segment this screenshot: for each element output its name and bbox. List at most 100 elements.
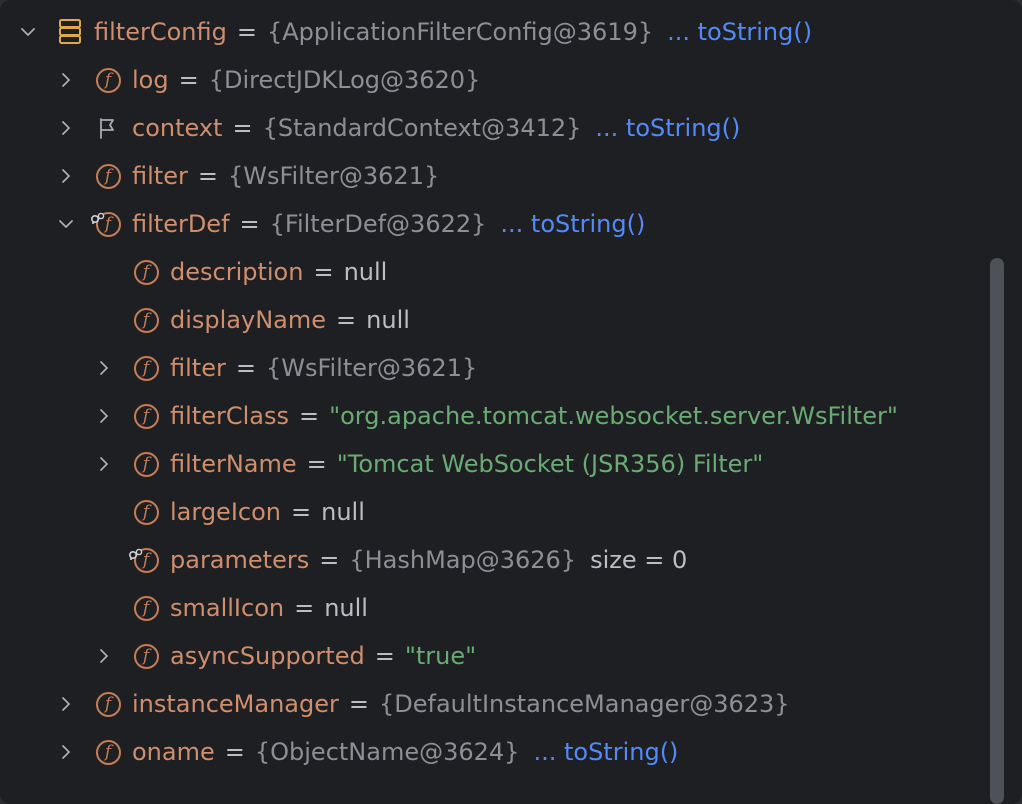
variable-row[interactable]: filterConfig = {ApplicationFilterConfig@36… <box>0 8 990 56</box>
field-letter: f <box>133 451 159 477</box>
variable-name: oname <box>132 738 215 766</box>
variable-name: filterClass <box>170 402 289 430</box>
variable-row[interactable]: f filterName = "Tomcat WebSocket (JSR356) F… <box>0 440 990 488</box>
variable-name: filterConfig <box>94 18 227 46</box>
variable-row[interactable]: f filterDef = {FilterDef@3622} ... toString(… <box>0 200 990 248</box>
variable-name: displayName <box>170 306 327 334</box>
field-icon: f <box>132 498 160 526</box>
glasses-icon <box>90 204 108 232</box>
object-reference: {DirectJDKLog@3620} <box>208 66 481 94</box>
null-value: null <box>321 498 365 526</box>
field-letter: f <box>133 307 159 333</box>
chevron-right-icon[interactable] <box>56 70 76 90</box>
chevron-right-icon[interactable] <box>56 166 76 186</box>
glasses-icon <box>128 540 146 568</box>
chevron-right-icon[interactable] <box>56 118 76 138</box>
variable-name: filterName <box>170 450 297 478</box>
object-reference: {WsFilter@3621} <box>227 162 440 190</box>
variables-tree: filterConfig = {ApplicationFilterConfig@36… <box>0 8 990 776</box>
equals-sign: = <box>336 306 357 334</box>
variable-name: context <box>132 114 223 142</box>
flag-icon <box>94 114 122 142</box>
variable-row[interactable]: f description = null <box>0 248 990 296</box>
object-reference: {ObjectName@3624} <box>254 738 520 766</box>
variable-row[interactable]: f filterClass = "org.apache.tomcat.websocke… <box>0 392 990 440</box>
equals-sign: = <box>291 498 312 526</box>
variable-row[interactable]: f oname = {ObjectName@3624} ... toString() <box>0 728 990 776</box>
equals-sign: = <box>239 210 260 238</box>
null-value: null <box>324 594 368 622</box>
field-icon: f <box>94 738 122 766</box>
object-reference: {DefaultInstanceManager@3623} <box>378 690 790 718</box>
variable-name: asyncSupported <box>170 642 365 670</box>
chevron-right-icon[interactable] <box>94 454 114 474</box>
field-letter: f <box>133 595 159 621</box>
field-letter: f <box>95 739 121 765</box>
equals-sign: = <box>374 642 395 670</box>
variable-name: log <box>132 66 169 94</box>
field-letter: f <box>133 643 159 669</box>
chevron-right-icon[interactable] <box>56 694 76 714</box>
field-icon: f <box>132 258 160 286</box>
object-reference: {HashMap@3626} <box>349 546 577 574</box>
equals-sign: = <box>298 402 320 430</box>
chevron-down-icon[interactable] <box>18 22 38 42</box>
variable-name: instanceManager <box>132 690 339 718</box>
variable-row[interactable]: f filter = {WsFilter@3621} <box>0 152 990 200</box>
equals-sign: = <box>232 114 253 142</box>
variable-name: filter <box>170 354 226 382</box>
chevron-right-icon[interactable] <box>94 646 114 666</box>
object-reference: {WsFilter@3621} <box>265 354 478 382</box>
tostring-link[interactable]: ... toString() <box>667 18 812 46</box>
chevron-right-icon[interactable] <box>56 742 76 762</box>
tostring-link[interactable]: ... toString() <box>500 210 645 238</box>
stack-frame-variable-icon <box>56 18 84 46</box>
watched-field-icon: f <box>128 546 160 574</box>
field-icon: f <box>132 642 160 670</box>
field-letter: f <box>95 163 121 189</box>
variable-row[interactable]: f smallIcon = null <box>0 584 990 632</box>
variable-row[interactable]: f instanceManager = {DefaultInstanceManager… <box>0 680 990 728</box>
equals-sign: = <box>348 690 369 718</box>
chevron-down-icon[interactable] <box>56 214 76 234</box>
equals-sign: = <box>319 546 340 574</box>
field-letter: f <box>133 499 159 525</box>
chevron-right-icon[interactable] <box>94 358 114 378</box>
variable-row[interactable]: f largeIcon = null <box>0 488 990 536</box>
tostring-link[interactable]: ... toString() <box>533 738 678 766</box>
variable-row[interactable]: f log = {DirectJDKLog@3620} <box>0 56 990 104</box>
object-reference: {FilterDef@3622} <box>269 210 487 238</box>
field-letter: f <box>133 259 159 285</box>
variable-name: filterDef <box>132 210 230 238</box>
string-value: "true" <box>404 642 477 670</box>
variable-row[interactable]: f displayName = null <box>0 296 990 344</box>
field-icon: f <box>94 66 122 94</box>
equals-sign: = <box>235 354 256 382</box>
variable-name: largeIcon <box>170 498 281 526</box>
field-icon: f <box>132 594 160 622</box>
field-icon: f <box>94 162 122 190</box>
equals-sign: = <box>294 594 315 622</box>
variable-row[interactable]: f parameters = {HashMap@3626} size = 0 <box>0 536 990 584</box>
field-icon: f <box>132 306 160 334</box>
null-value: null <box>343 258 388 286</box>
null-value: null <box>366 306 410 334</box>
debugger-variables-panel: filterConfig = {ApplicationFilterConfig@36… <box>0 0 1022 804</box>
variable-name: filter <box>132 162 188 190</box>
variable-row[interactable]: f filter = {WsFilter@3621} <box>0 344 990 392</box>
variable-row[interactable]: context = {StandardContext@3412} ... toStri… <box>0 104 990 152</box>
field-letter: f <box>133 403 159 429</box>
tostring-link[interactable]: ... toString() <box>595 114 740 142</box>
equals-sign: = <box>313 258 334 286</box>
chevron-right-icon[interactable] <box>94 406 114 426</box>
field-icon: f <box>94 690 122 718</box>
variable-row[interactable]: f asyncSupported = "true" <box>0 632 990 680</box>
vertical-scrollbar[interactable] <box>990 258 1004 804</box>
equals-sign: = <box>224 738 245 766</box>
field-icon: f <box>132 450 160 478</box>
watched-field-icon: f <box>90 210 122 238</box>
field-letter: f <box>133 355 159 381</box>
equals-sign: = <box>306 450 327 478</box>
string-value: "org.apache.tomcat.websocket.server.WsFi… <box>329 402 898 430</box>
equals-sign: = <box>178 66 199 94</box>
